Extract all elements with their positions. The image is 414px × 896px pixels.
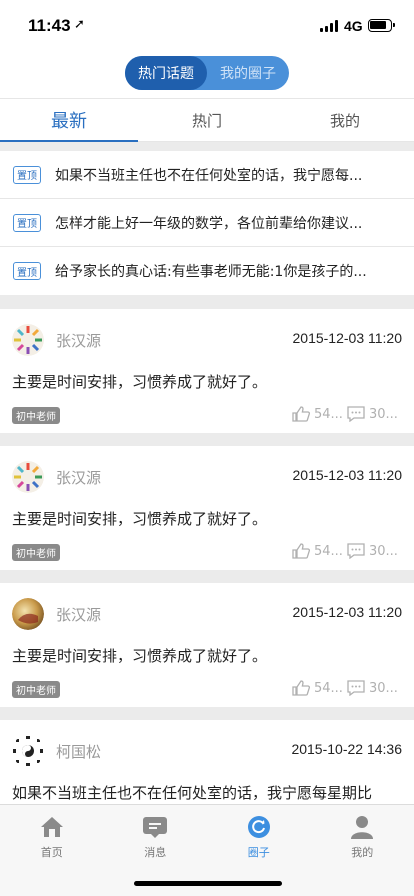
role-badge: 初中老师 bbox=[12, 681, 60, 698]
home-indicator bbox=[134, 881, 282, 886]
tabbar-label: 圈子 bbox=[247, 846, 270, 859]
message-icon bbox=[142, 815, 168, 839]
pinned-title: 如果不当班主任也不在任何处室的话，我宁愿每... bbox=[55, 167, 363, 184]
comment-button[interactable]: 30... bbox=[347, 406, 398, 422]
avatar[interactable] bbox=[12, 598, 44, 630]
post-card[interactable]: 柯国松 2015-10-22 14:36 如果不当班主任也不在任何处室的话，我宁… bbox=[0, 720, 414, 804]
comment-button[interactable]: 30... bbox=[347, 680, 398, 696]
tabbar-label: 我的 bbox=[351, 846, 374, 859]
pinned-item[interactable]: 置顶 给予家长的真心话:有些事老师无能:1你是孩子的... bbox=[0, 247, 414, 295]
comment-icon bbox=[347, 406, 365, 422]
post-card[interactable]: 张汉源 2015-12-03 11:20 主要是时间安排，习惯养成了就好了。 初… bbox=[0, 446, 414, 570]
user-icon bbox=[350, 815, 374, 839]
status-time: 11:43 bbox=[28, 16, 71, 35]
post-time: 2015-10-22 14:36 bbox=[291, 741, 402, 757]
thumbs-up-icon bbox=[292, 680, 310, 696]
tabbar-label: 首页 bbox=[40, 846, 63, 859]
signal-icon bbox=[320, 20, 340, 32]
like-button[interactable]: 54... bbox=[292, 543, 343, 559]
author-name[interactable]: 张汉源 bbox=[56, 467, 101, 488]
author-name[interactable]: 张汉源 bbox=[56, 604, 101, 625]
home-icon bbox=[40, 815, 64, 839]
tabbar-home[interactable]: 首页 bbox=[0, 805, 104, 896]
circle-refresh-icon bbox=[247, 815, 271, 839]
tabbar-profile[interactable]: 我的 bbox=[311, 805, 414, 896]
post-time: 2015-12-03 11:20 bbox=[292, 604, 403, 620]
like-count: 54... bbox=[314, 543, 343, 559]
tab-latest[interactable]: 最新 bbox=[0, 99, 138, 142]
author-name[interactable]: 柯国松 bbox=[56, 741, 101, 762]
segmented-control: 热门话题 我的圈子 bbox=[125, 56, 289, 90]
tab-mine[interactable]: 我的 bbox=[276, 99, 414, 141]
post-card[interactable]: 张汉源 2015-12-03 11:20 主要是时间安排，习惯养成了就好了。 初… bbox=[0, 583, 414, 707]
post-card[interactable]: 张汉源 2015-12-03 11:20 主要是时间安排，习惯养成了就好了。 初… bbox=[0, 309, 414, 433]
pinned-tag: 置顶 bbox=[13, 262, 41, 280]
post-content: 如果不当班主任也不在任何处室的话，我宁愿每星期比 bbox=[12, 784, 373, 802]
segment-hot-topics[interactable]: 热门话题 bbox=[125, 56, 207, 90]
location-arrow-icon: ➚ bbox=[74, 17, 85, 32]
tab-hot[interactable]: 热门 bbox=[138, 99, 276, 141]
pinned-tag: 置顶 bbox=[13, 165, 41, 184]
comment-count: 30... bbox=[369, 406, 398, 422]
pinned-tag: 置顶 bbox=[13, 213, 41, 232]
avatar[interactable] bbox=[12, 461, 44, 493]
avatar[interactable] bbox=[12, 324, 44, 356]
network-type: 4G bbox=[344, 18, 363, 34]
segment-my-circles[interactable]: 我的圈子 bbox=[207, 56, 289, 90]
status-bar: 11:43 ➚ 4G bbox=[0, 0, 414, 50]
post-content: 主要是时间安排，习惯养成了就好了。 bbox=[12, 373, 268, 391]
like-count: 54... bbox=[314, 406, 343, 422]
like-count: 54... bbox=[314, 680, 343, 696]
comment-icon bbox=[347, 680, 365, 696]
comment-count: 30... bbox=[369, 680, 398, 696]
like-button[interactable]: 54... bbox=[292, 406, 343, 422]
post-content: 主要是时间安排，习惯养成了就好了。 bbox=[12, 647, 268, 665]
author-name[interactable]: 张汉源 bbox=[56, 330, 101, 351]
segment-bar: 热门话题 我的圈子 bbox=[0, 50, 414, 98]
pinned-item[interactable]: 置顶 如果不当班主任也不在任何处室的话，我宁愿每... bbox=[0, 151, 414, 199]
pinned-item[interactable]: 置顶 怎样才能上好一年级的数学，各位前辈给你建议... bbox=[0, 199, 414, 247]
role-badge: 初中老师 bbox=[12, 407, 60, 424]
post-time: 2015-12-03 11:20 bbox=[292, 330, 403, 346]
like-button[interactable]: 54... bbox=[292, 680, 343, 696]
post-content: 主要是时间安排，习惯养成了就好了。 bbox=[12, 510, 268, 528]
battery-icon bbox=[368, 19, 395, 32]
thumbs-up-icon bbox=[292, 543, 310, 559]
sub-tabs: 最新 热门 我的 bbox=[0, 98, 414, 142]
comment-count: 30... bbox=[369, 543, 398, 559]
thumbs-up-icon bbox=[292, 406, 310, 422]
post-time: 2015-12-03 11:20 bbox=[292, 467, 403, 483]
avatar[interactable] bbox=[12, 735, 44, 767]
role-badge: 初中老师 bbox=[12, 544, 60, 561]
tabbar-label: 消息 bbox=[144, 846, 167, 859]
comment-button[interactable]: 30... bbox=[347, 543, 398, 559]
pinned-title: 怎样才能上好一年级的数学，各位前辈给你建议... bbox=[55, 215, 363, 232]
comment-icon bbox=[347, 543, 365, 559]
pinned-title: 给予家长的真心话:有些事老师无能:1你是孩子的... bbox=[55, 264, 367, 280]
pinned-list: 置顶 如果不当班主任也不在任何处室的话，我宁愿每... 置顶 怎样才能上好一年级… bbox=[0, 151, 414, 295]
